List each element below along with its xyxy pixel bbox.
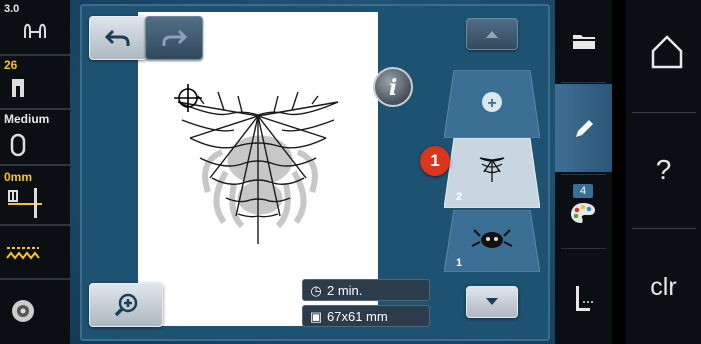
clock-icon: ◷: [310, 283, 322, 298]
chevron-down-icon: [486, 298, 498, 305]
bobbin-status[interactable]: [0, 280, 70, 344]
clear-button[interactable]: clr: [626, 230, 701, 344]
tension-status[interactable]: 3.0: [0, 0, 70, 52]
feed-dog-status[interactable]: [0, 226, 70, 276]
redo-arrow-icon: [162, 29, 187, 46]
tab-column: 4: [555, 0, 612, 344]
needle-value: 0mm: [4, 170, 33, 184]
pencil-icon: [576, 120, 593, 137]
needle-icon: [8, 188, 42, 218]
tab-colors[interactable]: 4: [555, 176, 612, 246]
zoom-button[interactable]: [89, 283, 163, 327]
presser-foot-value: 26: [4, 58, 18, 72]
undo-arrow-icon: [105, 29, 130, 46]
info-button[interactable]: i: [373, 67, 413, 107]
presser-foot-status[interactable]: 26: [0, 56, 70, 106]
crosshair-icon: [174, 84, 202, 112]
needle-plate-value: Medium: [4, 112, 50, 126]
tension-value: 3.0: [4, 3, 20, 15]
design-size-value: 67x61 mm: [327, 309, 388, 324]
colors-count-badge: 4: [573, 184, 593, 198]
hoop-status[interactable]: Medium: [0, 110, 70, 162]
status-column: 3.0 26 Medium 0mm: [0, 0, 70, 344]
zoom-plus-icon: [114, 293, 138, 317]
add-layer-icon: +: [487, 95, 496, 112]
layer-scroll-down-button[interactable]: [466, 286, 518, 318]
bobbin-icon: [12, 300, 34, 322]
layer-item-2[interactable]: 2: [444, 138, 540, 208]
tab-stitch[interactable]: [555, 250, 612, 344]
design-size-display: ▣ 67x61 mm: [302, 305, 430, 327]
resize-icon: ▣: [309, 309, 323, 324]
system-column: ? clr: [626, 0, 701, 344]
feed-dog-icon: [6, 247, 40, 260]
folder-icon: [573, 35, 595, 49]
chevron-up-icon: [486, 31, 498, 38]
tab-selection[interactable]: [555, 0, 612, 80]
needle-status[interactable]: 0mm: [0, 166, 70, 222]
home-icon: [651, 35, 683, 69]
layer-2-number: 2: [456, 191, 462, 203]
help-button[interactable]: ?: [626, 114, 701, 226]
callout-marker: 1: [420, 146, 450, 176]
hoop-icon: [10, 133, 26, 157]
stitch-time-value: 2 min.: [327, 283, 363, 298]
layer-1-number: 1: [456, 257, 462, 269]
undo-button[interactable]: [89, 16, 147, 60]
redo-button[interactable]: [145, 16, 203, 60]
tension-icon: [24, 23, 46, 38]
home-button[interactable]: [626, 0, 701, 110]
palette-icon: [571, 203, 595, 223]
stitch-time-display: ◷ 2 min.: [302, 279, 430, 301]
tab-edit[interactable]: [555, 84, 612, 172]
layer-item-1[interactable]: 1: [444, 210, 540, 272]
add-layer-button[interactable]: +: [444, 70, 540, 138]
layer-scroll-up-button[interactable]: [466, 18, 518, 50]
presser-foot-icon: [12, 79, 24, 97]
stitch-icon: [576, 286, 593, 311]
